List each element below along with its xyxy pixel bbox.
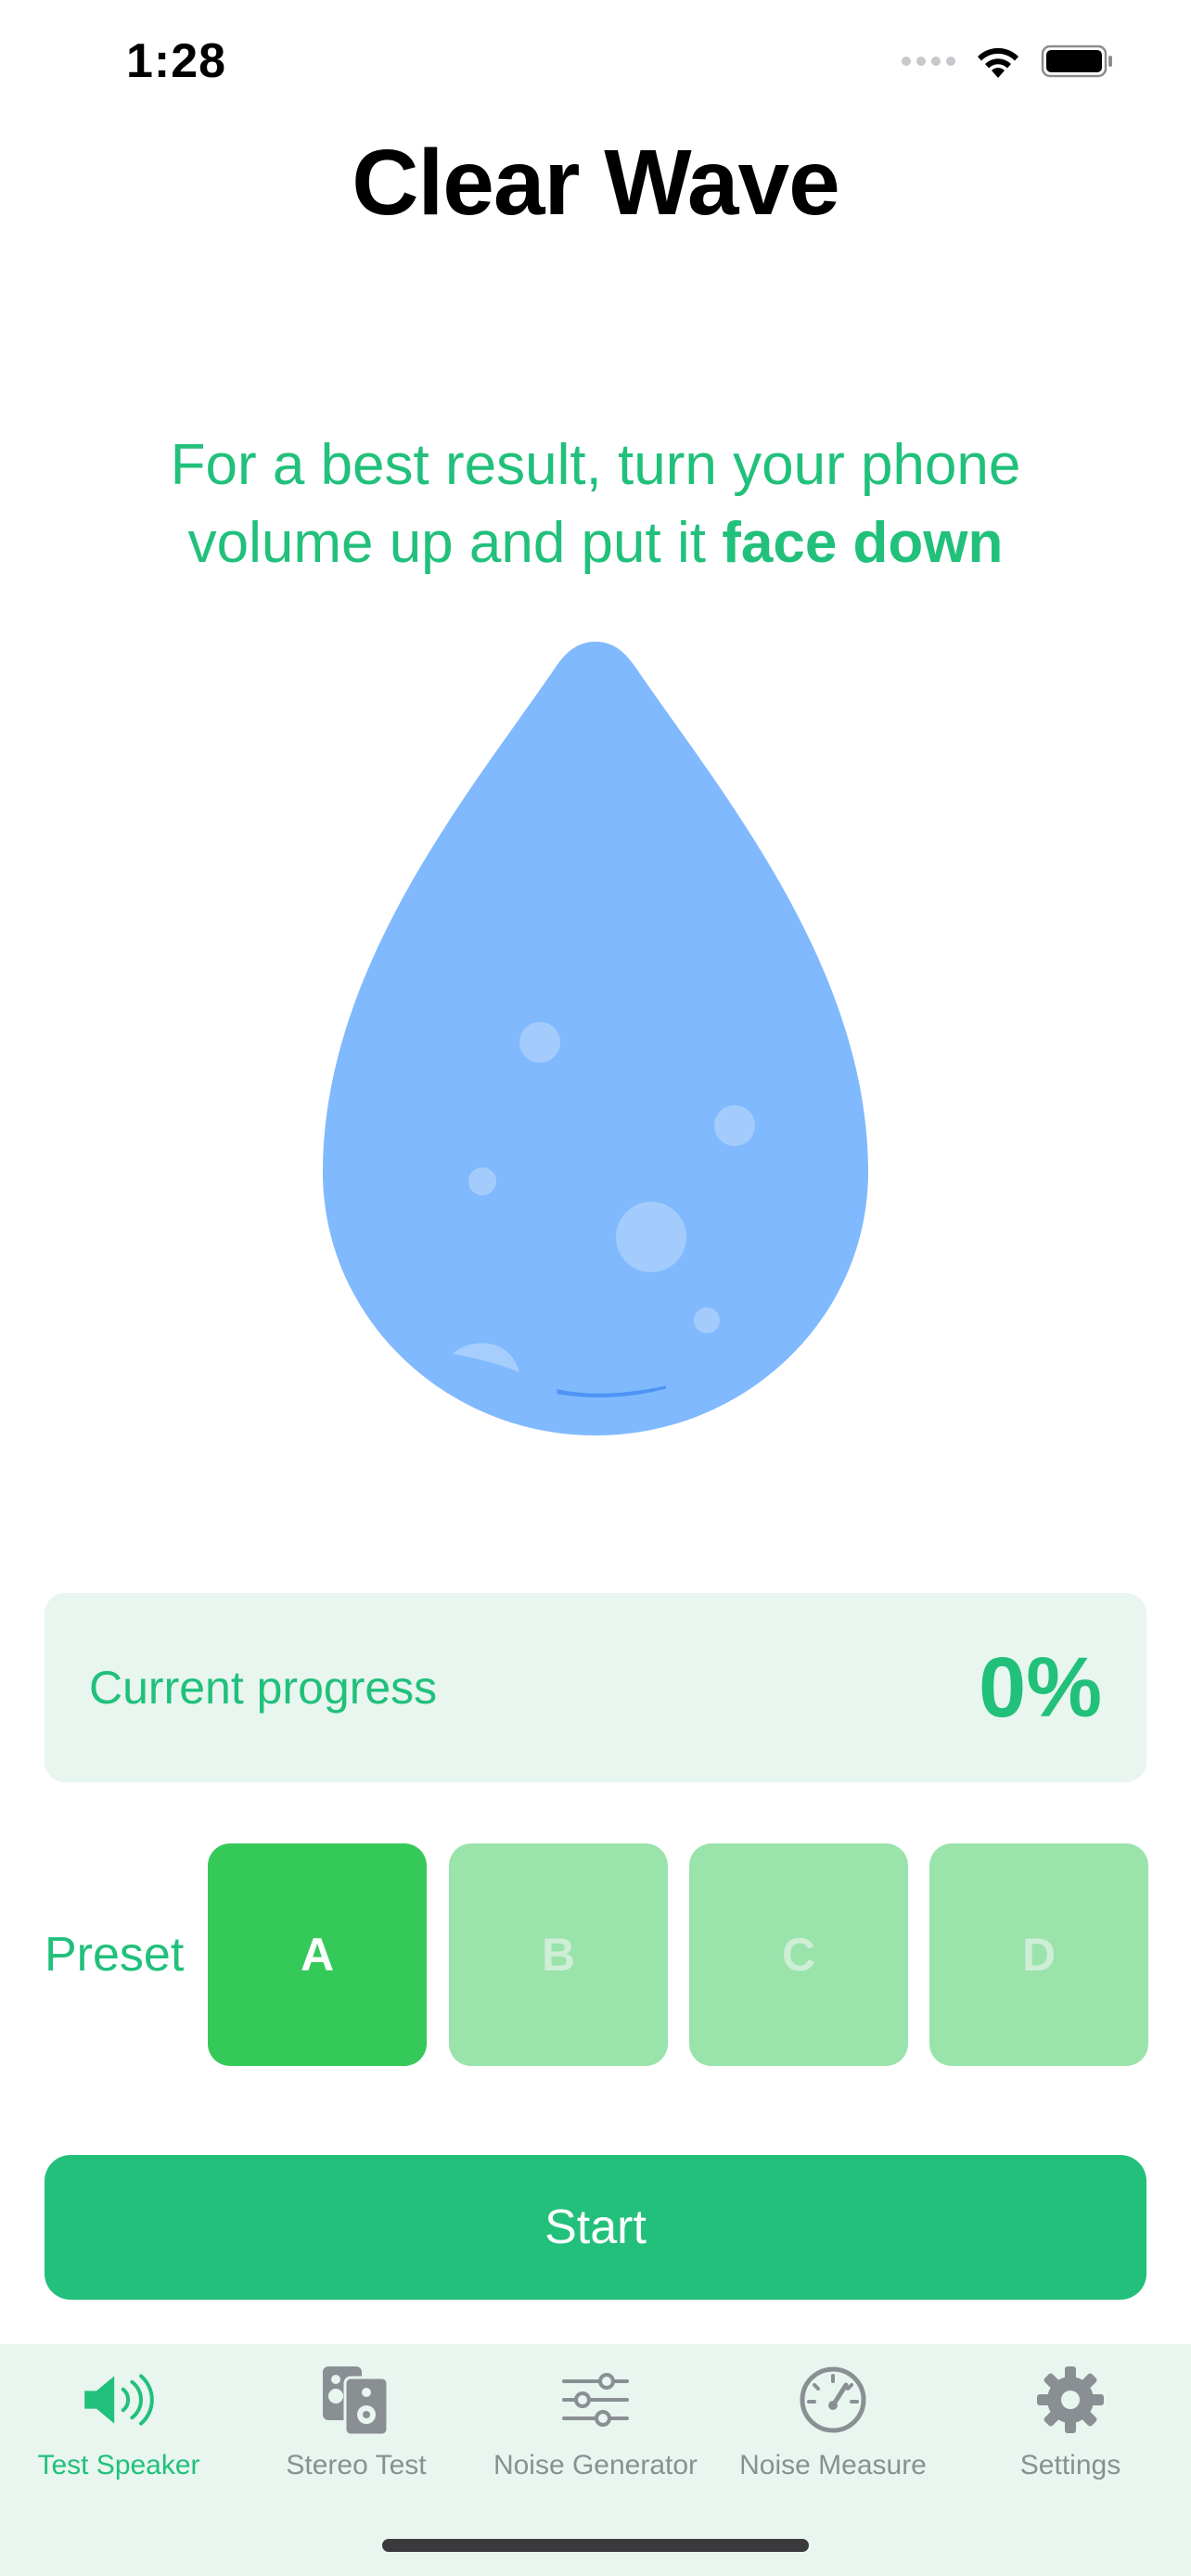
home-indicator[interactable]: [382, 2539, 809, 2552]
page-title: Clear Wave: [352, 131, 839, 235]
preset-button-a[interactable]: A: [208, 1843, 427, 2066]
tab-noise-measure[interactable]: Noise Measure: [714, 2344, 952, 2493]
wifi-icon: [978, 47, 1018, 78]
tab-label: Settings: [1019, 2450, 1121, 2480]
preset-button-b[interactable]: B: [449, 1843, 668, 2066]
cellular-signal-icon: [902, 57, 955, 66]
tab-bar: Test Speaker Stereo Test Noise Generator…: [0, 2344, 1191, 2576]
preset-label: Preset: [45, 1928, 185, 1982]
gear-icon: [1033, 2363, 1108, 2437]
tab-test-speaker[interactable]: Test Speaker: [0, 2344, 237, 2493]
progress-value: 0%: [979, 1640, 1102, 1735]
preset-button-d[interactable]: D: [929, 1843, 1148, 2066]
speaker-wave-icon: [82, 2363, 156, 2437]
screen: 1:28 Clear Wave For a best result, turn …: [0, 0, 1191, 2576]
tab-stereo-test[interactable]: Stereo Test: [237, 2344, 475, 2493]
tab-label: Noise Generator: [493, 2450, 698, 2480]
tab-settings[interactable]: Settings: [952, 2344, 1189, 2493]
progress-label: Current progress: [89, 1662, 438, 1714]
sliders-icon: [558, 2363, 633, 2437]
gauge-icon: [796, 2363, 870, 2437]
status-bar: 1:28: [0, 0, 1191, 121]
water-drop-illustration: [306, 631, 885, 1447]
start-button[interactable]: Start: [45, 2155, 1146, 2300]
status-time: 1:28: [126, 34, 227, 88]
tab-label: Test Speaker: [37, 2450, 200, 2480]
instruction-text-bold: face down: [722, 511, 1004, 575]
progress-card: Current progress 0%: [45, 1593, 1146, 1782]
tab-label: Noise Measure: [739, 2450, 927, 2480]
instruction-text: For a best result, turn your phone volum…: [74, 427, 1117, 582]
tab-label: Stereo Test: [286, 2450, 427, 2480]
water-drop-icon: [322, 642, 869, 1435]
battery-icon: [1041, 45, 1112, 78]
stereo-speakers-icon: [319, 2363, 393, 2437]
status-icons: [902, 43, 1115, 80]
preset-button-c[interactable]: C: [689, 1843, 908, 2066]
tab-noise-generator[interactable]: Noise Generator: [477, 2344, 714, 2493]
